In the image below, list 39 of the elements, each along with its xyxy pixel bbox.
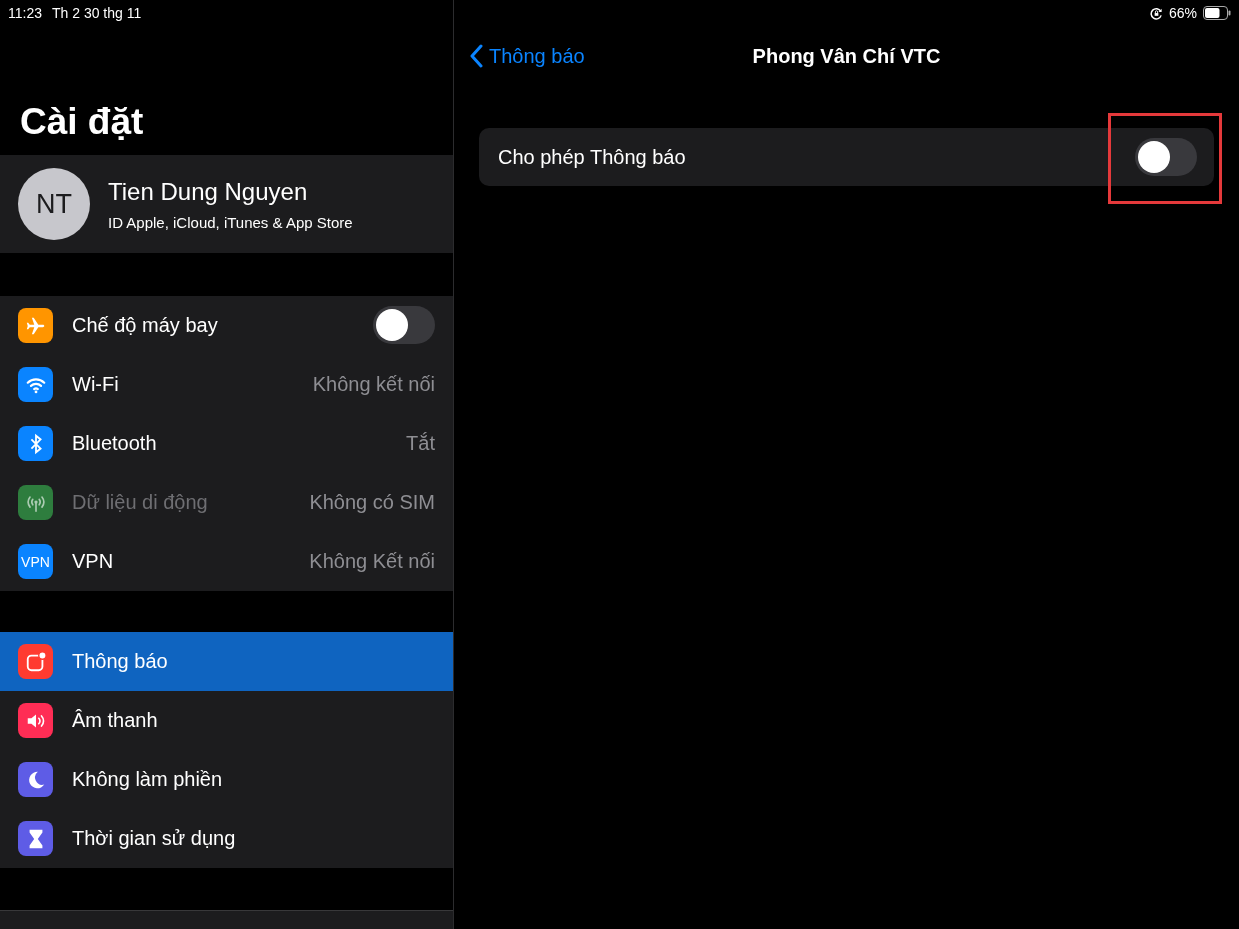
status-time: 11:23 [8,5,42,21]
vpn-icon: VPN [21,553,50,570]
profile-subtitle: ID Apple, iCloud, iTunes & App Store [108,213,353,231]
profile-card[interactable]: NT Tien Dung Nguyen ID Apple, iCloud, iTunes & App Store [0,155,453,253]
settings-row[interactable]: Chế độ máy bay [0,296,453,355]
notification-icon [24,650,47,673]
rotation-lock-icon [1149,6,1163,20]
row-label: Wi-Fi [72,372,119,396]
back-link[interactable]: Thông báo [469,44,585,68]
battery-percent: 66% [1168,5,1197,21]
settings-row[interactable]: Wi-Fi Không kết nối [0,355,453,414]
page-title: Phong Vân Chí VTC [752,44,941,68]
profile-name: Tien Dung Nguyen [108,177,309,206]
row-label: Dữ liệu di động [72,490,208,514]
row-label: VPN [72,550,114,573]
settings-title: Cài đặt [20,101,144,143]
row-label: Thông báo [72,650,168,673]
avatar: NT [18,168,90,240]
settings-row[interactable]: Thời gian sử dụng [0,809,453,868]
row-label: Thời gian sử dụng [72,827,236,850]
settings-row[interactable]: VPN VPN Không Kết nối [0,532,453,591]
status-date: Th 2 30 thg 11 [52,5,142,21]
row-value: Tắt [406,431,435,455]
row-value: Không Kết nối [309,550,435,573]
battery-icon [1203,6,1231,20]
row-label: Âm thanh [72,708,158,732]
settings-row[interactable]: Thông báo [0,632,453,691]
row-value: Không có SIM [309,490,435,514]
toggle-switch[interactable] [1135,138,1197,176]
settings-row[interactable]: Bluetooth Tắt [0,414,453,473]
chevron-left-icon [469,44,483,68]
row-value: Không kết nối [312,372,435,396]
row-label: Không làm phiền [72,767,223,791]
row-label: Chế độ máy bay [72,313,218,337]
settings-row[interactable]: Không làm phiền [0,750,453,809]
settings-row[interactable]: Âm thanh [0,691,453,750]
row-label: Cho phép Thông báo [498,145,686,169]
toggle-switch[interactable] [373,306,435,344]
row-label: Bluetooth [72,431,157,455]
